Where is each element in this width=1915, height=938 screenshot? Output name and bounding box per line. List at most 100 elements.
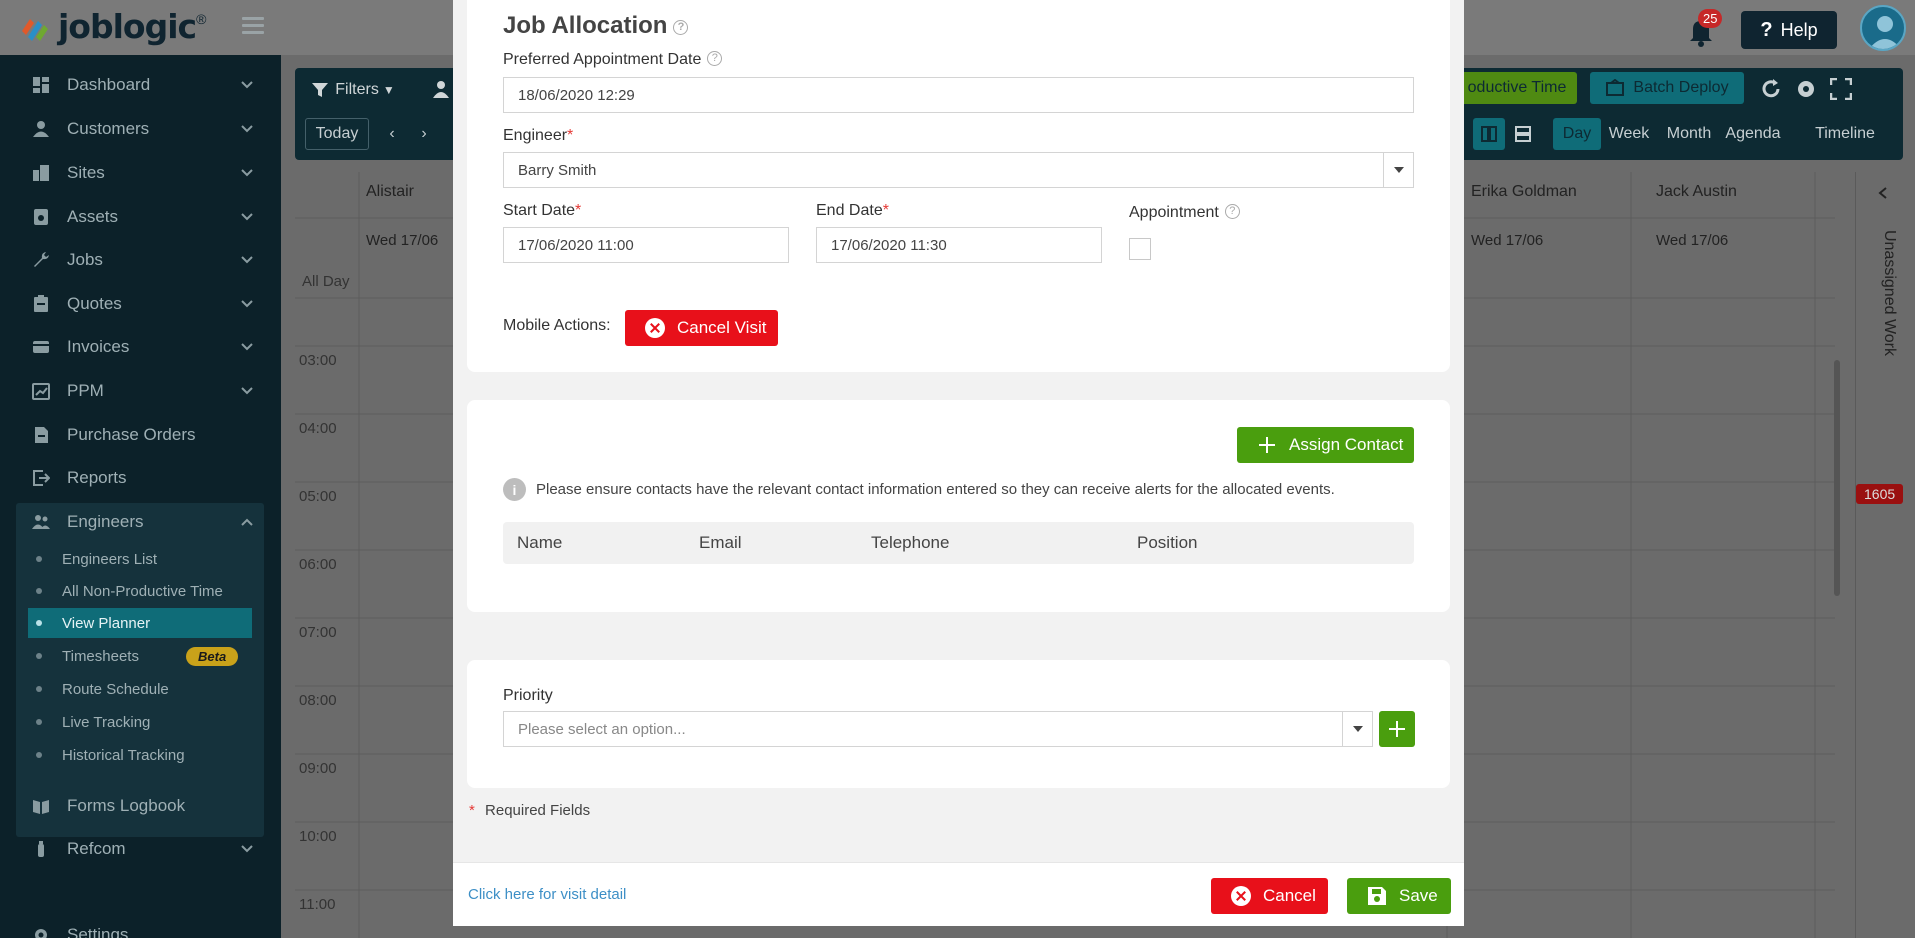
planner-scrollbar[interactable]	[1834, 360, 1840, 596]
save-button[interactable]: Save	[1347, 878, 1451, 914]
contact-info-note: i Please ensure contacts have the releva…	[503, 478, 1335, 501]
non-productive-time-button[interactable]: oductive Time	[1457, 72, 1577, 104]
engineer-column-date: Wed 17/06	[1656, 232, 1729, 249]
sidebar-sub-timesheets[interactable]: Timesheets Beta	[28, 641, 252, 671]
sidebar-item-purchase-orders[interactable]: Purchase Orders	[0, 415, 281, 455]
visit-detail-link[interactable]: Click here for visit detail	[468, 886, 626, 903]
priority-select[interactable]: Please select an option...	[503, 711, 1373, 747]
sidebar-item-refcom[interactable]: Refcom	[0, 829, 281, 869]
cancel-button[interactable]: Cancel	[1211, 878, 1328, 914]
asset-icon	[34, 209, 48, 225]
sidebar-sub-live-tracking[interactable]: Live Tracking	[28, 707, 252, 737]
hour-label: 03:00	[299, 352, 337, 369]
people-filter-icon[interactable]	[433, 80, 455, 100]
sidebar-item-assets[interactable]: Assets	[0, 197, 281, 237]
column-header-position[interactable]: Position	[1137, 533, 1197, 553]
brand-logo[interactable]: joblogic ®	[16, 7, 206, 46]
brand-name: joblogic	[58, 7, 197, 46]
engineer-select[interactable]: Barry Smith	[503, 152, 1414, 188]
card-icon	[33, 341, 49, 353]
assign-contact-button[interactable]: Assign Contact	[1237, 427, 1414, 463]
sidebar-sub-engineers-list[interactable]: Engineers List	[28, 544, 252, 574]
notifications-button[interactable]: 25	[1684, 9, 1723, 48]
engineer-value: Barry Smith	[518, 161, 597, 179]
column-header-email[interactable]: Email	[699, 533, 742, 553]
add-priority-button[interactable]	[1379, 711, 1415, 747]
column-header-telephone[interactable]: Telephone	[871, 533, 949, 553]
preferred-date-input[interactable]: 18/06/2020 12:29	[503, 77, 1414, 113]
sidebar-item-customers[interactable]: Customers	[0, 109, 281, 149]
help-button[interactable]: ? Help	[1741, 11, 1837, 49]
sidebar-item-sites[interactable]: Sites	[0, 153, 281, 193]
help-circle-icon[interactable]: ?	[707, 51, 723, 66]
required-marker: *	[882, 202, 889, 219]
hour-label: 11:00	[299, 896, 336, 913]
chevron-down-icon	[241, 387, 253, 395]
dashboard-icon	[33, 77, 49, 93]
columns-view-button[interactable]	[1473, 118, 1505, 150]
sidebar-sub-non-productive-time[interactable]: All Non-Productive Time	[28, 576, 252, 606]
unassigned-work-panel[interactable]: Unassigned Work 1605	[1855, 172, 1915, 938]
sidebar-sub-label: Engineers List	[62, 550, 158, 568]
sidebar-item-label: PPM	[67, 381, 104, 400]
user-avatar[interactable]	[1860, 5, 1906, 51]
sidebar-item-dashboard[interactable]: Dashboard	[0, 65, 281, 105]
prev-button[interactable]: ‹	[381, 118, 403, 150]
end-date-input[interactable]: 17/06/2020 11:30	[816, 227, 1102, 263]
sidebar-item-engineers[interactable]: Engineers	[0, 502, 281, 542]
help-circle-icon[interactable]: ?	[673, 20, 689, 35]
sidebar-item-jobs[interactable]: Jobs	[0, 240, 281, 280]
engineer-column-date: Wed 17/06	[366, 232, 439, 249]
appointment-checkbox[interactable]	[1129, 238, 1151, 260]
all-day-label: All Day	[302, 273, 350, 290]
batch-deploy-button[interactable]: Batch Deploy	[1590, 72, 1744, 104]
sidebar-item-invoices[interactable]: Invoices	[0, 327, 281, 367]
sidebar-item-settings[interactable]: Settings	[0, 915, 281, 938]
rows-view-button[interactable]	[1507, 118, 1539, 150]
sidebar-sub-route-schedule[interactable]: Route Schedule	[28, 674, 252, 704]
beta-badge: Beta	[186, 646, 239, 666]
sidebar-item-label: Jobs	[67, 250, 103, 269]
cancel-visit-button[interactable]: Cancel Visit	[625, 310, 778, 346]
required-marker: *	[469, 802, 475, 819]
menu-toggle-icon[interactable]	[242, 17, 264, 35]
preferred-date-value: 18/06/2020 12:29	[518, 86, 635, 104]
sidebar-item-label: Purchase Orders	[67, 425, 196, 444]
refresh-icon[interactable]	[1759, 77, 1783, 101]
chevron-left-icon[interactable]	[1876, 186, 1890, 200]
sidebar-item-label: Engineers	[67, 512, 144, 531]
view-week-button[interactable]: Week	[1603, 118, 1655, 150]
bullet-icon	[36, 686, 42, 692]
info-icon: i	[503, 478, 526, 501]
start-date-label-text: Start Date	[503, 202, 576, 219]
view-month-button[interactable]: Month	[1659, 118, 1719, 150]
sidebar-item-reports[interactable]: Reports	[0, 458, 281, 498]
view-agenda-button[interactable]: Agenda	[1721, 118, 1785, 150]
column-header-name[interactable]: Name	[517, 533, 562, 553]
sidebar-sub-view-planner[interactable]: View Planner	[28, 608, 252, 638]
caret-down-icon[interactable]	[1342, 712, 1372, 746]
help-circle-icon[interactable]: ?	[1224, 204, 1240, 219]
plus-icon	[1259, 437, 1275, 453]
settings-gear-icon[interactable]	[1794, 77, 1818, 101]
hour-label: 08:00	[299, 692, 337, 709]
columns-icon	[1481, 126, 1497, 142]
book-icon	[33, 800, 49, 814]
view-timeline-button[interactable]: Timeline	[1805, 118, 1885, 150]
sidebar-sub-historical-tracking[interactable]: Historical Tracking	[28, 740, 252, 770]
next-button[interactable]: ›	[413, 118, 435, 150]
sidebar-item-forms-logbook[interactable]: Forms Logbook	[0, 786, 281, 826]
assign-contact-label: Assign Contact	[1289, 435, 1404, 454]
sidebar-item-ppm[interactable]: PPM	[0, 371, 281, 411]
sidebar-item-label: Dashboard	[67, 75, 151, 94]
engineer-column-name: Alistair	[366, 183, 415, 200]
today-button[interactable]: Today	[305, 118, 369, 150]
fullscreen-icon[interactable]	[1830, 78, 1852, 100]
filters-button[interactable]: Filters ▼	[305, 74, 401, 106]
sidebar-item-quotes[interactable]: Quotes	[0, 284, 281, 324]
preferred-date-label-text: Preferred Appointment Date	[503, 51, 702, 68]
start-date-input[interactable]: 17/06/2020 11:00	[503, 227, 789, 263]
caret-down-icon[interactable]	[1383, 153, 1413, 187]
sidebar-item-label: Invoices	[67, 337, 130, 356]
view-day-button[interactable]: Day	[1553, 118, 1601, 150]
